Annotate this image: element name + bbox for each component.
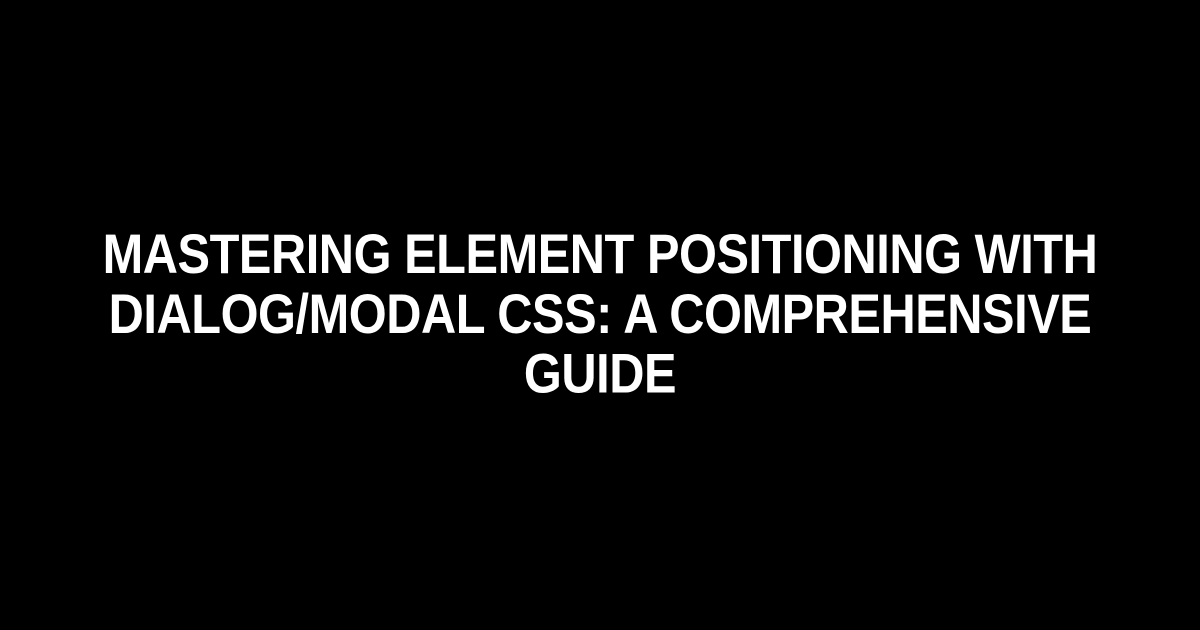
page-title: Mastering Element Positioning with Dialo… (48, 225, 1152, 405)
